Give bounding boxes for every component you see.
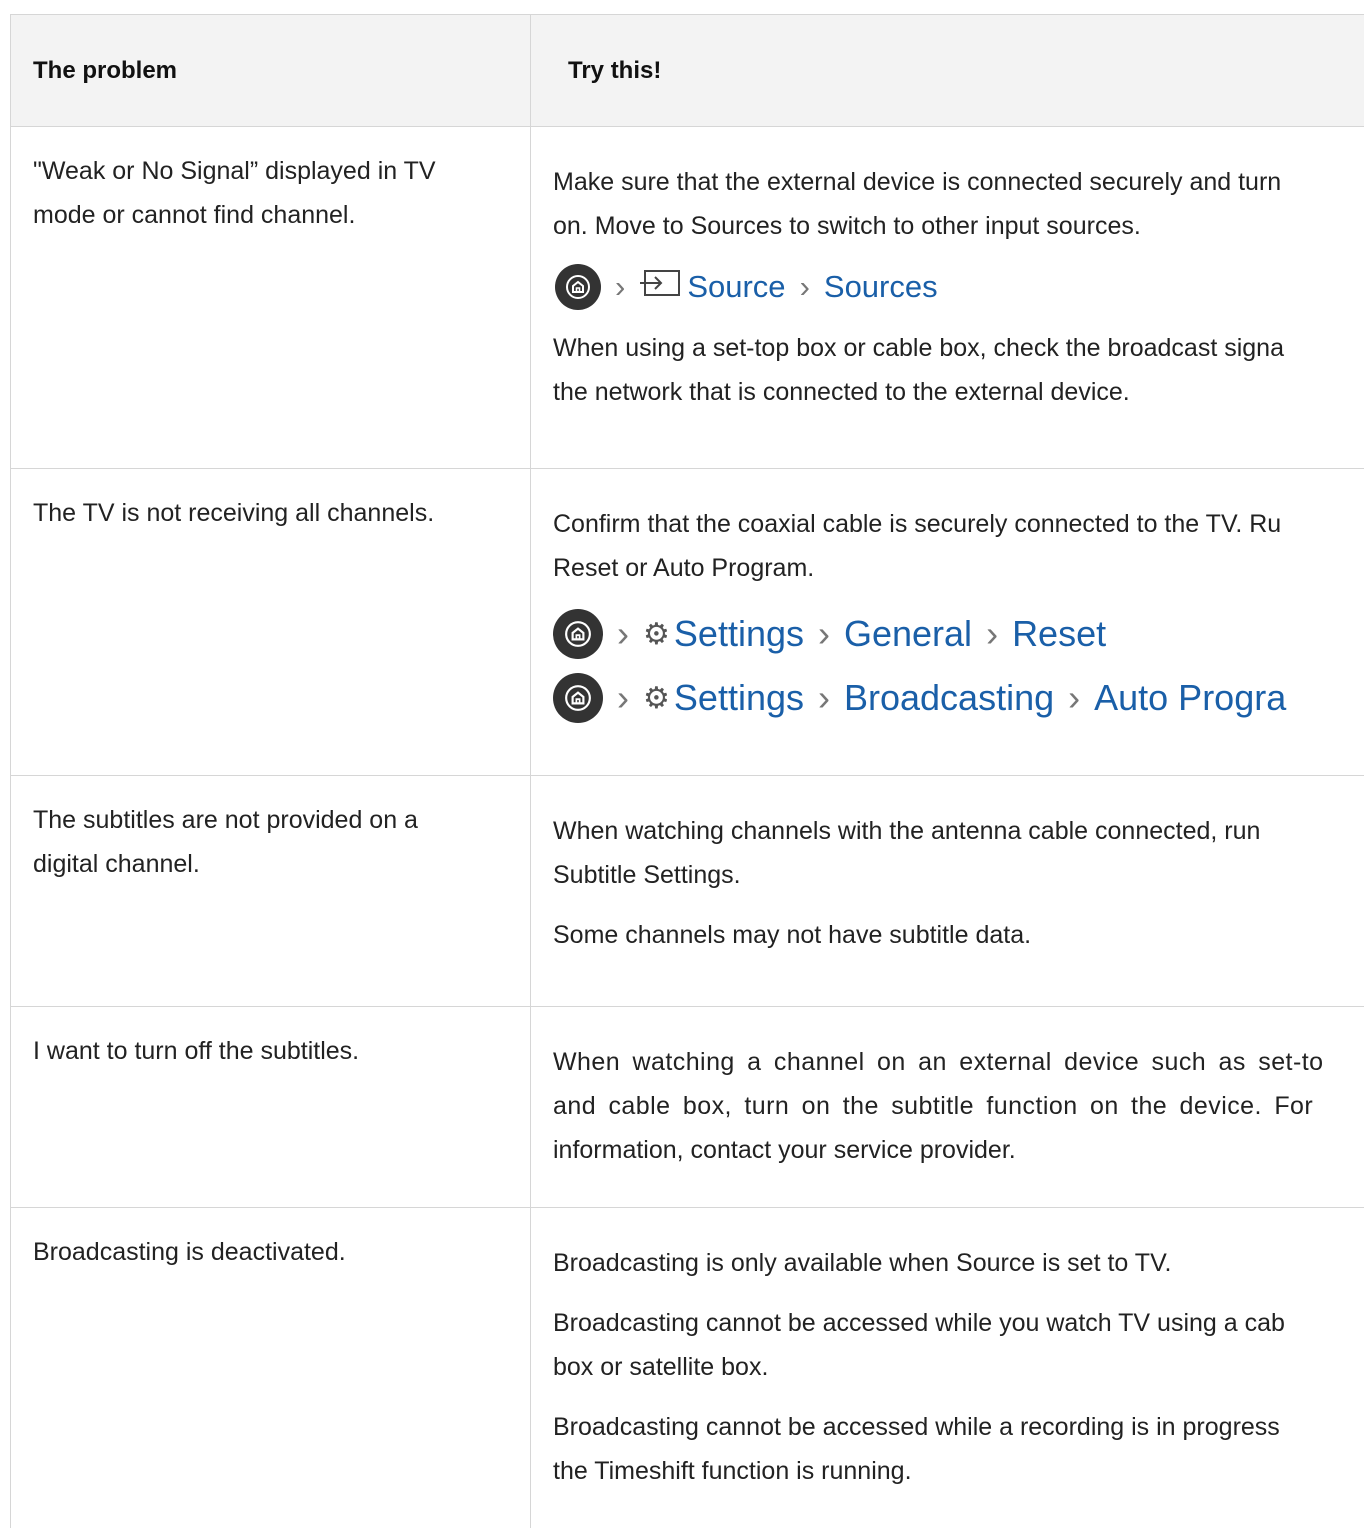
chevron-right-icon: ›: [1068, 677, 1081, 718]
solution-line: Subtitle Settings.: [553, 861, 741, 889]
home-icon: [553, 673, 603, 723]
troubleshooting-table: The problem Try this! "Weak or No Signal…: [10, 14, 1364, 1528]
solution-line: Confirm that the coaxial cable is secure…: [553, 510, 1282, 538]
problem-cell: "Weak or No Signal” displayed in TV mode…: [11, 127, 531, 468]
solution-cell: When watching channels with the antenna …: [531, 776, 1364, 1006]
path-auto-program: Auto Progra: [1094, 677, 1287, 718]
problem-line: "Weak or No Signal” displayed in TV: [33, 157, 436, 185]
solution-line: information, contact your service provid…: [553, 1136, 1016, 1164]
problem-line: mode or cannot find channel.: [33, 201, 356, 229]
solution-cell: When watching a channel on an external d…: [531, 1007, 1364, 1207]
solution-line: Broadcasting is only available when Sour…: [553, 1249, 1172, 1277]
solution-cell: Make sure that the external device is co…: [531, 127, 1364, 468]
solution-line: When watching a channel on an external d…: [553, 1048, 1324, 1076]
chevron-right-icon: ›: [617, 613, 629, 654]
home-icon: [555, 264, 601, 310]
menu-path-reset: › ⚙ Settings › General › Reset: [553, 606, 1364, 662]
solution-line: box or satellite box.: [553, 1353, 769, 1381]
path-settings: Settings: [673, 613, 804, 654]
source-input-icon: [639, 268, 681, 306]
solution-line: Some channels may not have subtitle data…: [553, 921, 1032, 949]
chevron-right-icon: ›: [817, 677, 830, 718]
path-reset: Reset: [1012, 613, 1107, 654]
solution-line: When using a set-top box or cable box, c…: [553, 334, 1284, 362]
solution-cell: Broadcasting is only available when Sour…: [531, 1208, 1364, 1528]
solution-line: the network that is connected to the ext…: [553, 378, 1130, 406]
problem-cell: The subtitles are not provided on a digi…: [11, 776, 531, 1006]
path-settings: Settings: [673, 677, 804, 718]
solution-line: the Timeshift function is running.: [553, 1457, 912, 1485]
chevron-right-icon: ›: [615, 269, 626, 304]
problem-line: The TV is not receiving all channels.: [33, 499, 435, 527]
home-icon: [553, 609, 603, 659]
chevron-right-icon: ›: [817, 613, 830, 654]
gear-icon: ⚙: [643, 617, 670, 651]
table-row: "Weak or No Signal” displayed in TV mode…: [11, 127, 1364, 469]
problem-line: The subtitles are not provided on a: [33, 806, 418, 834]
problem-line: digital channel.: [33, 850, 200, 878]
problem-cell: Broadcasting is deactivated.: [11, 1208, 531, 1528]
solution-line: When watching channels with the antenna …: [553, 817, 1261, 845]
problem-cell: The TV is not receiving all channels.: [11, 469, 531, 775]
table-row: The subtitles are not provided on a digi…: [11, 776, 1364, 1007]
solution-line: on. Move to Sources to switch to other i…: [553, 212, 1141, 240]
solution-line: Broadcasting cannot be accessed while a …: [553, 1413, 1280, 1441]
path-broadcasting: Broadcasting: [843, 677, 1055, 718]
table-row: The TV is not receiving all channels. Co…: [11, 469, 1364, 776]
table-row: I want to turn off the subtitles. When w…: [11, 1007, 1364, 1208]
solution-line: Reset or Auto Program.: [553, 554, 815, 582]
solution-line: Make sure that the external device is co…: [553, 168, 1282, 196]
chevron-right-icon: ›: [986, 613, 999, 654]
solution-line: Broadcasting cannot be accessed while yo…: [553, 1309, 1285, 1337]
path-general: General: [843, 613, 973, 654]
header-solution: Try this!: [568, 56, 662, 84]
path-sources: Sources: [823, 269, 938, 304]
chevron-right-icon: ›: [617, 677, 629, 718]
table-row: Broadcasting is deactivated. Broadcastin…: [11, 1208, 1364, 1528]
path-source: Source: [687, 269, 786, 304]
problem-line: Broadcasting is deactivated.: [33, 1238, 346, 1266]
table-header-row: The problem Try this!: [11, 15, 1364, 127]
chevron-right-icon: ›: [799, 269, 810, 304]
menu-path-source: › Source › Sources: [555, 264, 1364, 310]
gear-icon: ⚙: [643, 681, 670, 715]
solution-cell: Confirm that the coaxial cable is secure…: [531, 469, 1364, 775]
menu-path-auto-program: › ⚙ Settings › Broadcasting › Auto Progr…: [553, 670, 1364, 726]
problem-line: I want to turn off the subtitles.: [33, 1037, 360, 1065]
solution-line: and cable box, turn on the subtitle func…: [553, 1092, 1314, 1120]
problem-cell: I want to turn off the subtitles.: [11, 1007, 531, 1207]
header-problem: The problem: [11, 15, 531, 126]
